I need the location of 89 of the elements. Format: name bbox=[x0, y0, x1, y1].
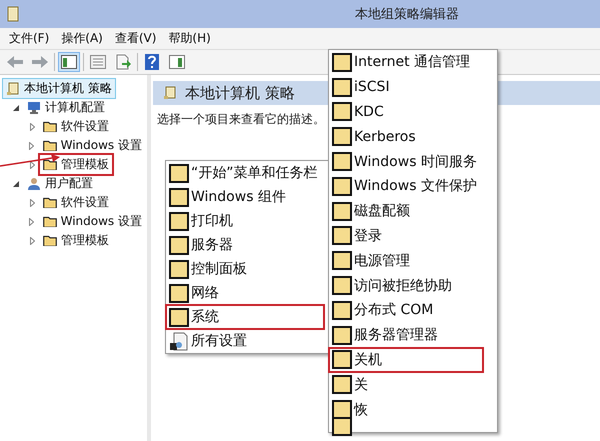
submenu-item[interactable]: KDC bbox=[329, 100, 483, 124]
submenu-item[interactable]: 分布式 COM bbox=[329, 298, 483, 323]
menu-item[interactable]: 查看(V) bbox=[110, 30, 162, 47]
folder-icon bbox=[332, 326, 352, 345]
folder-icon bbox=[332, 300, 352, 320]
folder-icon bbox=[169, 308, 189, 326]
submenu-item[interactable]: Kerberos bbox=[329, 124, 483, 150]
submenu-item[interactable]: Windows 时间服务 bbox=[329, 149, 483, 174]
collapsed-caret-icon[interactable] bbox=[30, 122, 34, 130]
folder-icon bbox=[332, 52, 352, 72]
folder-icon bbox=[332, 417, 352, 436]
folder-icon bbox=[169, 164, 189, 182]
collapsed-caret-icon[interactable] bbox=[29, 218, 34, 226]
folder-icon bbox=[169, 260, 189, 278]
properties-icon bbox=[90, 55, 106, 69]
tree-item[interactable]: 软件设置 bbox=[40, 193, 112, 212]
settings-page-icon bbox=[169, 332, 189, 350]
back-arrow-icon bbox=[7, 56, 23, 68]
tree-item[interactable]: 管理模板 bbox=[40, 155, 112, 174]
folder-icon bbox=[169, 236, 189, 254]
submenu-item[interactable]: 服务器管理器 bbox=[329, 322, 483, 348]
tree-item[interactable]: 本地计算机 策略 bbox=[2, 78, 116, 99]
folder-icon bbox=[43, 158, 57, 170]
folder-icon bbox=[43, 120, 57, 132]
folder-icon bbox=[332, 176, 352, 196]
policy-scroll-icon bbox=[6, 82, 20, 96]
computer-icon bbox=[27, 101, 41, 114]
submenu-item[interactable]: 登录 bbox=[329, 224, 483, 248]
submenu-item[interactable]: 磁盘配额 bbox=[329, 198, 483, 224]
folder-icon bbox=[332, 276, 352, 296]
folder-icon bbox=[332, 202, 352, 221]
submenu-item[interactable]: 控制面板 bbox=[166, 257, 324, 281]
folder-icon bbox=[332, 251, 352, 270]
tree-item[interactable]: Windows 设置 bbox=[40, 136, 145, 155]
tree-item[interactable]: 管理模板 bbox=[40, 231, 112, 250]
export-list-icon bbox=[115, 54, 131, 70]
collapsed-caret-icon[interactable] bbox=[30, 198, 34, 206]
submenu-item[interactable]: 打印机 bbox=[166, 209, 324, 233]
folder-icon bbox=[42, 140, 57, 152]
submenu-item[interactable]: 恢 bbox=[329, 397, 483, 422]
toolbar-button[interactable] bbox=[58, 52, 80, 72]
folder-icon bbox=[332, 350, 352, 370]
folder-icon bbox=[169, 284, 189, 302]
submenu-item[interactable]: iSCSI bbox=[329, 74, 483, 100]
folder-icon bbox=[169, 188, 189, 206]
expanded-caret-icon[interactable] bbox=[13, 180, 19, 186]
menu-item[interactable]: 帮助(H) bbox=[163, 30, 216, 47]
tree-item[interactable]: 用户配置 bbox=[24, 174, 96, 193]
policy-scroll-icon bbox=[163, 86, 177, 100]
submenu-item[interactable]: 网络 bbox=[166, 281, 324, 305]
submenu-item[interactable]: 所有设置 bbox=[166, 329, 324, 353]
folder-icon bbox=[43, 196, 57, 208]
submenu-item[interactable]: 电源管理 bbox=[329, 248, 483, 274]
menu-item[interactable]: 文件(F) bbox=[4, 30, 54, 47]
folder-icon bbox=[332, 375, 352, 394]
collapsed-caret-icon[interactable] bbox=[30, 236, 34, 244]
folder-icon bbox=[332, 102, 352, 122]
menu-item[interactable]: 操作(A) bbox=[56, 30, 108, 47]
submenu-item[interactable]: 关 bbox=[329, 372, 483, 398]
submenu-item[interactable]: 访问被拒绝协助 bbox=[329, 273, 483, 298]
tree-item[interactable]: 计算机配置 bbox=[24, 98, 108, 117]
user-icon bbox=[27, 177, 41, 190]
forward-arrow-icon bbox=[32, 56, 48, 68]
folder-icon bbox=[332, 400, 352, 420]
folder-icon bbox=[42, 216, 57, 228]
folder-icon bbox=[332, 226, 352, 246]
submenu-item[interactable]: 服务器 bbox=[166, 233, 324, 257]
collapsed-caret-icon[interactable] bbox=[29, 142, 34, 150]
action-pane-icon bbox=[169, 55, 185, 69]
window-title: 本地组策略编辑器 bbox=[354, 6, 460, 23]
collapsed-caret-icon[interactable] bbox=[30, 160, 34, 168]
folder-icon bbox=[43, 234, 57, 246]
description-text: 选择一个项目来查看它的描述。 bbox=[156, 111, 326, 128]
folder-icon bbox=[332, 152, 352, 172]
submenu-item[interactable]: Windows 文件保护 bbox=[329, 174, 483, 199]
tree-item[interactable]: Windows 设置 bbox=[40, 212, 145, 231]
expanded-caret-icon[interactable] bbox=[13, 104, 19, 110]
submenu-item[interactable]: 系统 bbox=[166, 305, 324, 329]
pane-title: 本地计算机 策略 bbox=[185, 84, 295, 102]
folder-icon bbox=[332, 127, 352, 146]
tree-item[interactable]: 软件设置 bbox=[40, 117, 112, 136]
folder-icon bbox=[169, 212, 189, 230]
submenu-item[interactable]: 关机 bbox=[329, 348, 483, 372]
help-icon bbox=[145, 54, 159, 70]
app-icon bbox=[6, 6, 20, 22]
folder-icon bbox=[332, 78, 352, 97]
tree-pane-icon bbox=[61, 55, 77, 69]
submenu-item[interactable]: Windows 组件 bbox=[166, 185, 324, 209]
submenu-item[interactable]: “开始”菜单和任务栏 bbox=[166, 161, 324, 185]
